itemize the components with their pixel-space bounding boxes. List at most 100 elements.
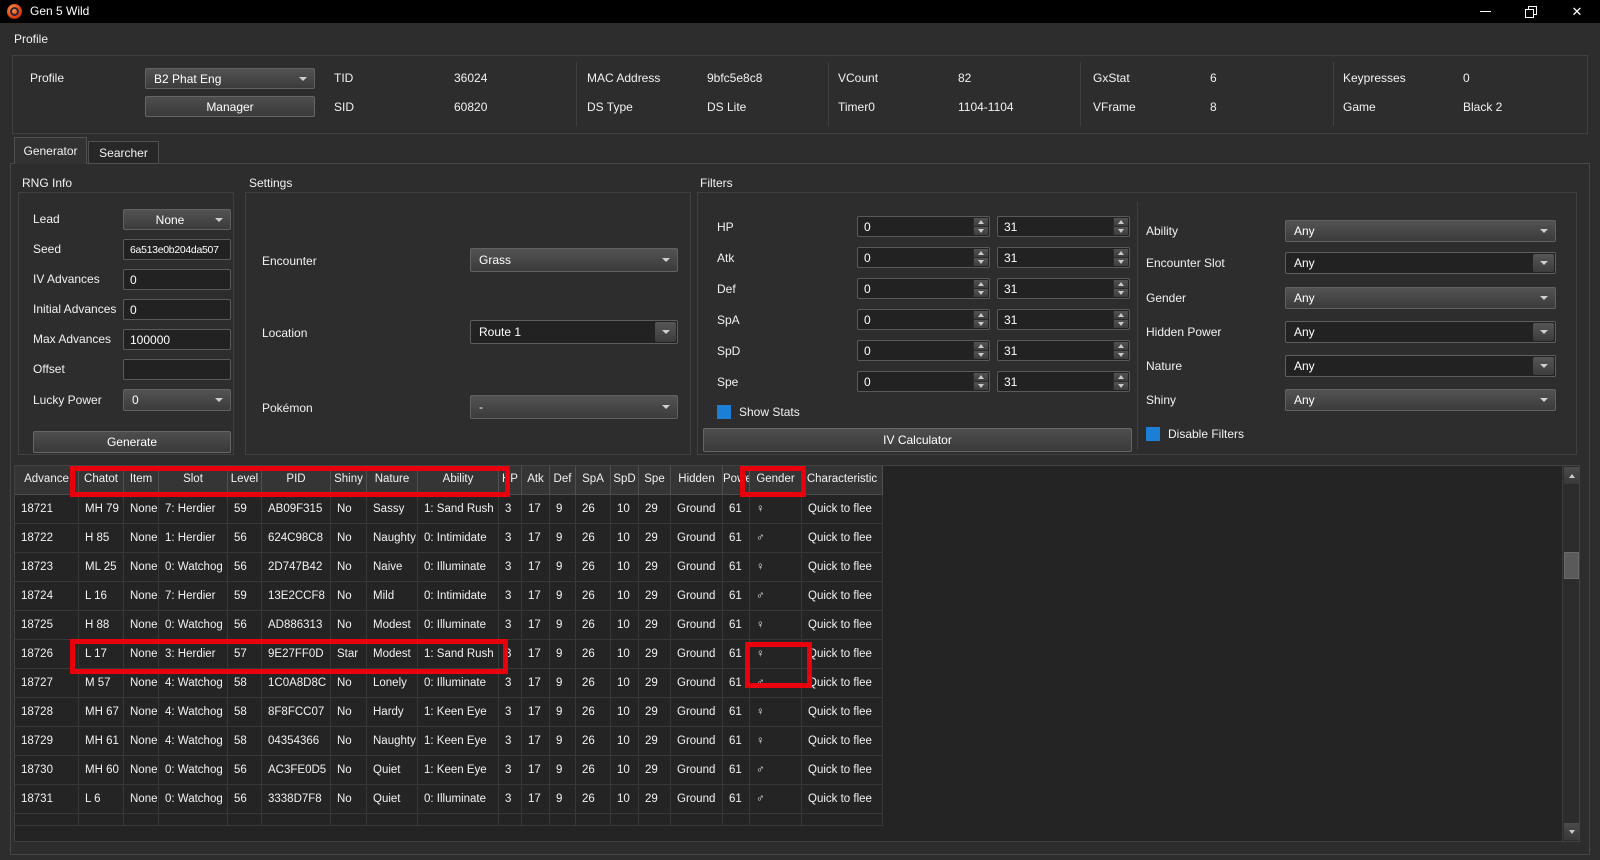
max-advances-input[interactable]: 100000: [123, 329, 231, 350]
column-header-hidden[interactable]: Hidden: [671, 466, 723, 494]
cell-item[interactable]: None: [124, 611, 159, 640]
column-header-level[interactable]: Level: [228, 466, 262, 494]
cell-pid[interactable]: AD886313: [262, 611, 331, 640]
show-stats-checkbox[interactable]: [717, 405, 731, 419]
cell-advances[interactable]: 18723: [15, 553, 79, 582]
cell-advances[interactable]: 18721: [15, 495, 79, 524]
spin-up-icon[interactable]: [973, 280, 988, 288]
cell-gender[interactable]: ♂: [750, 669, 802, 698]
column-header-hp[interactable]: HP: [499, 466, 522, 494]
cell-nature[interactable]: Naughty: [367, 524, 418, 553]
cell-level[interactable]: 56: [228, 756, 262, 785]
cell-hidden[interactable]: Ground: [671, 582, 723, 611]
cell-hp[interactable]: 3: [499, 785, 522, 814]
cell-slot[interactable]: 4: Watchog: [159, 698, 228, 727]
iv-min-spinbox-atk[interactable]: 0: [857, 247, 990, 268]
spin-down-icon[interactable]: [1113, 288, 1128, 297]
cell-level[interactable]: 58: [228, 727, 262, 756]
cell-ability[interactable]: 1: Keen Eye: [418, 727, 499, 756]
spin-down-icon[interactable]: [1113, 319, 1128, 328]
iv-max-spinbox-spa[interactable]: 31: [997, 309, 1130, 330]
cell-gender[interactable]: ♂: [750, 582, 802, 611]
cell-shiny[interactable]: No: [331, 669, 367, 698]
cell-slot[interactable]: 0: Watchog: [159, 756, 228, 785]
cell-characteristic[interactable]: Quick to flee: [802, 524, 883, 553]
iv-min-spinbox-spd[interactable]: 0: [857, 340, 990, 361]
cell-item[interactable]: None: [124, 785, 159, 814]
cell-hidden[interactable]: Ground: [671, 669, 723, 698]
spin-up-icon[interactable]: [973, 249, 988, 257]
cell-spa[interactable]: 26: [576, 611, 611, 640]
cell-slot[interactable]: 7: Herdier: [159, 582, 228, 611]
cell-characteristic[interactable]: Quick to flee: [802, 785, 883, 814]
cell-shiny[interactable]: Star: [331, 640, 367, 669]
cell-chatot[interactable]: L 6: [79, 785, 124, 814]
cell-spe[interactable]: 29: [639, 582, 671, 611]
cell-def[interactable]: 9: [550, 640, 576, 669]
cell-gender[interactable]: ♀: [750, 611, 802, 640]
cell-chatot[interactable]: ML 25: [79, 553, 124, 582]
cell-ability[interactable]: 0: Illuminate: [418, 785, 499, 814]
iv-min-spinbox-spa[interactable]: 0: [857, 309, 990, 330]
cell-spe[interactable]: 29: [639, 698, 671, 727]
cell-shiny[interactable]: No: [331, 727, 367, 756]
cell-spa[interactable]: 26: [576, 495, 611, 524]
cell-characteristic[interactable]: Quick to flee: [802, 495, 883, 524]
cell-characteristic[interactable]: Quick to flee: [802, 553, 883, 582]
cell-atk[interactable]: 17: [522, 785, 550, 814]
scroll-up-button[interactable]: [1564, 467, 1579, 484]
cell-item[interactable]: None: [124, 727, 159, 756]
cell-spe[interactable]: 29: [639, 785, 671, 814]
cell-nature[interactable]: Modest: [367, 611, 418, 640]
cell-spd[interactable]: 10: [611, 524, 639, 553]
cell-ability[interactable]: 1: Sand Rush: [418, 495, 499, 524]
cell-shiny[interactable]: No: [331, 785, 367, 814]
cell-chatot[interactable]: MH 67: [79, 698, 124, 727]
cell-spa[interactable]: 26: [576, 785, 611, 814]
cell-gender[interactable]: ♂: [750, 785, 802, 814]
cell-spa[interactable]: 26: [576, 553, 611, 582]
filter-select-encounter-slot[interactable]: Any: [1285, 252, 1556, 274]
offset-input[interactable]: [123, 359, 231, 380]
cell-chatot[interactable]: MH 60: [79, 756, 124, 785]
filter-select-nature[interactable]: Any: [1285, 355, 1556, 377]
column-header-slot[interactable]: Slot: [159, 466, 228, 494]
cell-advances[interactable]: 18725: [15, 611, 79, 640]
cell-item[interactable]: None: [124, 495, 159, 524]
cell-advances[interactable]: 18724: [15, 582, 79, 611]
iv-max-spinbox-def[interactable]: 31: [997, 278, 1130, 299]
spin-down-icon[interactable]: [1113, 226, 1128, 235]
cell-hp[interactable]: 3: [499, 698, 522, 727]
spin-down-icon[interactable]: [1113, 350, 1128, 359]
cell-hp[interactable]: 3: [499, 669, 522, 698]
cell-atk[interactable]: 17: [522, 698, 550, 727]
cell-nature[interactable]: Quiet: [367, 785, 418, 814]
spin-down-icon[interactable]: [1113, 257, 1128, 266]
column-header-spd[interactable]: SpD: [611, 466, 639, 494]
cell-gender[interactable]: ♂: [750, 756, 802, 785]
pokemon-select[interactable]: -: [470, 395, 678, 419]
column-header-chatot[interactable]: Chatot: [79, 466, 124, 494]
spin-down-icon[interactable]: [973, 288, 988, 297]
cell-pid[interactable]: AB09F315: [262, 495, 331, 524]
cell-hidden[interactable]: Ground: [671, 698, 723, 727]
cell-hidden[interactable]: Ground: [671, 611, 723, 640]
scrollbar-thumb[interactable]: [1564, 552, 1579, 579]
initial-advances-input[interactable]: 0: [123, 299, 231, 320]
column-header-nature[interactable]: Nature: [367, 466, 418, 494]
cell-power[interactable]: 61: [723, 611, 750, 640]
cell-slot[interactable]: 4: Watchog: [159, 727, 228, 756]
iv-min-spinbox-spe[interactable]: 0: [857, 371, 990, 392]
cell-atk[interactable]: 17: [522, 640, 550, 669]
cell-ability[interactable]: 0: Illuminate: [418, 669, 499, 698]
cell-spa[interactable]: 26: [576, 698, 611, 727]
cell-atk[interactable]: 17: [522, 611, 550, 640]
cell-hp[interactable]: 3: [499, 640, 522, 669]
cell-atk[interactable]: 17: [522, 727, 550, 756]
table-row[interactable]: 18725H 88None0: Watchog56AD886313NoModes…: [15, 611, 883, 640]
cell-nature[interactable]: Naive: [367, 553, 418, 582]
cell-power[interactable]: 61: [723, 727, 750, 756]
cell-ability[interactable]: 0: Intimidate: [418, 524, 499, 553]
cell-item[interactable]: None: [124, 698, 159, 727]
cell-gender[interactable]: ♀: [750, 640, 802, 669]
